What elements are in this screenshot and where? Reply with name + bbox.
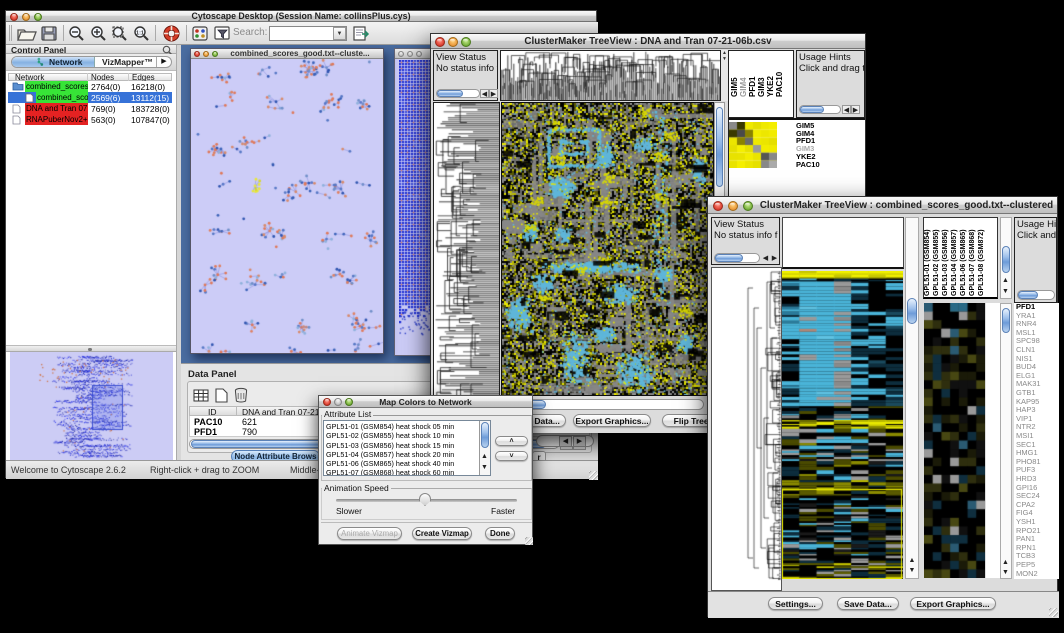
svg-text:1:1: 1:1 <box>136 31 144 37</box>
